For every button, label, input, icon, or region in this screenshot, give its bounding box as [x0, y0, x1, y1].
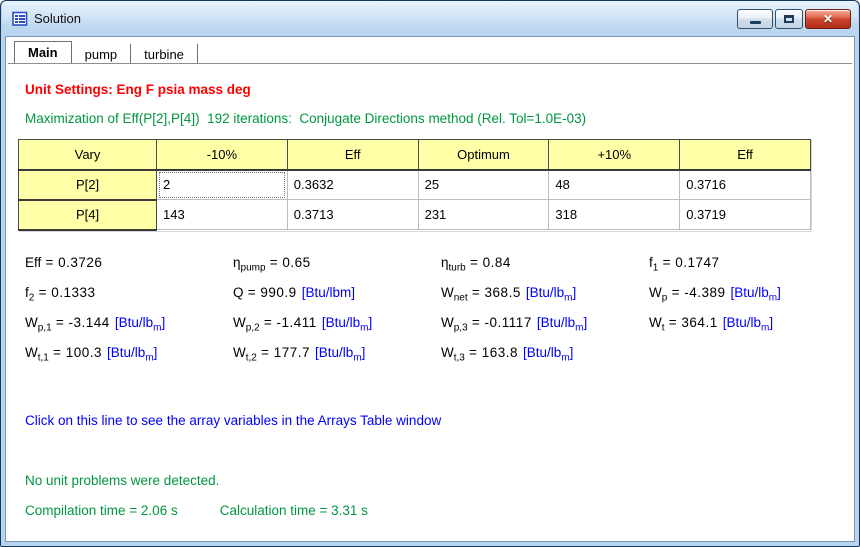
- variable-w-t-3: Wt,3 = 163.8[Btu/lbm]: [441, 345, 649, 375]
- variable-w-net: Wnet = 368.5[Btu/lbm]: [441, 285, 649, 315]
- optimization-summary-line: Maximization of Eff(P[2],P[4]) 192 itera…: [25, 111, 586, 126]
- calculation-time: Calculation time = 3.31 s: [220, 503, 368, 518]
- variable-w-p-2: Wp,2 = -1.411[Btu/lbm]: [233, 315, 441, 345]
- variable-w-t: Wt = 364.1[Btu/lbm]: [649, 315, 781, 345]
- unit-check-line: No unit problems were detected.: [25, 473, 219, 488]
- timing-line: Compilation time = 2.06 s Calculation tim…: [25, 503, 368, 518]
- table-header-row: Vary-10%EffOptimum+10%Eff: [19, 140, 811, 170]
- table-header-cell: +10%: [549, 140, 680, 170]
- window-title: Solution: [34, 11, 81, 26]
- table-cell[interactable]: 318: [549, 200, 680, 230]
- variable-w-t-2: Wt,2 = 177.7[Btu/lbm]: [233, 345, 441, 375]
- solution-window: Solution ✕ Main pump turbine Unit Settin…: [0, 0, 860, 547]
- maximize-icon: [784, 15, 794, 23]
- table-cell[interactable]: 0.3713: [287, 200, 418, 230]
- solution-content: Unit Settings: Eng F psia mass deg Maxim…: [6, 65, 854, 541]
- unit-label: [Btu/lbm]: [537, 315, 587, 330]
- maximize-button[interactable]: [775, 9, 803, 29]
- table-header-cell: Eff: [287, 140, 418, 170]
- client-area: Main pump turbine Unit Settings: Eng F p…: [5, 36, 855, 542]
- table-header-cell: -10%: [157, 140, 288, 170]
- unit-label: [Btu/lbm]: [526, 285, 576, 300]
- table-cell[interactable]: 2: [157, 170, 288, 200]
- variable-eta-turb: ηturb = 0.84: [441, 255, 649, 285]
- variable-q: Q = 990.9[Btu/lbm]: [233, 285, 441, 315]
- table-cell[interactable]: 143: [157, 200, 288, 230]
- table-row: P[2]20.363225480.3716: [19, 170, 811, 200]
- title-bar[interactable]: Solution ✕: [2, 1, 858, 36]
- unit-label: [Btu/lbm]: [315, 345, 365, 360]
- minimize-button[interactable]: [737, 9, 773, 29]
- table-row-label: P[2]: [19, 170, 157, 200]
- table-row-label: P[4]: [19, 200, 157, 230]
- unit-settings-line: Unit Settings: Eng F psia mass deg: [25, 82, 251, 97]
- unit-label: [Btu/lbm]: [523, 345, 573, 360]
- minmax-table: Vary-10%EffOptimum+10%Eff P[2]20.3632254…: [18, 139, 811, 231]
- close-button[interactable]: ✕: [805, 9, 851, 29]
- unit-label: [Btu/lbm]: [723, 315, 773, 330]
- minimize-icon: [750, 21, 761, 24]
- table-cell[interactable]: 231: [418, 200, 549, 230]
- unit-label: [Btu/lbm]: [302, 285, 355, 300]
- table-row: P[4]1430.37132313180.3719: [19, 200, 811, 230]
- compilation-time: Compilation time = 2.06 s: [25, 503, 178, 518]
- variables-grid: Eff = 0.3726ηpump = 0.65ηturb = 0.84f1 =…: [25, 255, 781, 375]
- variable-eta-pump: ηpump = 0.65: [233, 255, 441, 285]
- variable-eff: Eff = 0.3726: [25, 255, 233, 285]
- table-header-cell: Vary: [19, 140, 157, 170]
- variable-w-p: Wp = -4.389[Btu/lbm]: [649, 285, 781, 315]
- solution-table-icon: [12, 11, 28, 27]
- variable-w-t-1: Wt,1 = 100.3[Btu/lbm]: [25, 345, 233, 375]
- close-icon: ✕: [823, 12, 833, 26]
- tab-bar: Main pump turbine: [6, 37, 854, 65]
- table-cell[interactable]: 0.3716: [680, 170, 811, 200]
- variable-empty: [649, 345, 781, 375]
- table-cell[interactable]: 0.3632: [287, 170, 418, 200]
- unit-label: [Btu/lbm]: [730, 285, 780, 300]
- arrays-table-link[interactable]: Click on this line to see the array vari…: [25, 413, 441, 428]
- table-cell[interactable]: 0.3719: [680, 200, 811, 230]
- unit-label: [Btu/lbm]: [107, 345, 157, 360]
- variable-w-p-3: Wp,3 = -0.1117[Btu/lbm]: [441, 315, 649, 345]
- table-cell[interactable]: 25: [418, 170, 549, 200]
- variable-f-2: f2 = 0.1333: [25, 285, 233, 315]
- table-cell[interactable]: 48: [549, 170, 680, 200]
- variable-f-1: f1 = 0.1747: [649, 255, 781, 285]
- table-header-cell: Eff: [680, 140, 811, 170]
- unit-label: [Btu/lbm]: [322, 315, 372, 330]
- variable-w-p-1: Wp,1 = -3.144[Btu/lbm]: [25, 315, 233, 345]
- table-header-cell: Optimum: [418, 140, 549, 170]
- unit-label: [Btu/lbm]: [115, 315, 165, 330]
